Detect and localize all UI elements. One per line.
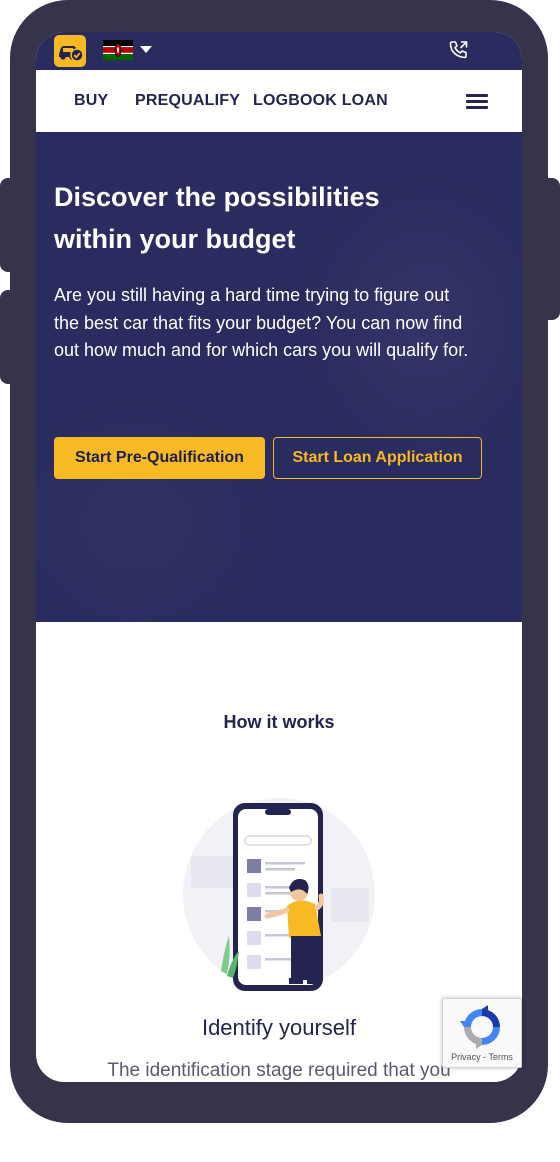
- recaptcha-badge[interactable]: Privacy - Terms: [442, 998, 522, 1068]
- recaptcha-terms-link[interactable]: Terms: [488, 1052, 513, 1062]
- hero-description-line: the best car that fits your budget? You …: [54, 312, 463, 333]
- main-nav: BUY PREQUALIFY LOGBOOK LOAN: [36, 70, 522, 132]
- recaptcha-links: Privacy - Terms: [443, 1052, 521, 1062]
- hero-title-line: within your budget: [54, 224, 296, 254]
- hero-background-shade: [36, 392, 276, 622]
- nav-item-prequalify[interactable]: PREQUALIFY: [135, 92, 240, 110]
- recaptcha-logo-icon: [460, 1005, 500, 1049]
- hamburger-menu-icon[interactable]: [466, 94, 488, 110]
- hero-description: Are you still having a hard time trying …: [54, 282, 504, 365]
- recaptcha-separator: -: [483, 1052, 487, 1062]
- phone-call-icon[interactable]: [447, 38, 471, 62]
- hero-title: Discover the possibilities within your b…: [54, 176, 494, 260]
- start-loan-application-button[interactable]: Start Loan Application: [273, 437, 482, 479]
- hero-description-line: Are you still having a hard time trying …: [54, 285, 450, 305]
- hero-title-line: Discover the possibilities: [54, 182, 380, 212]
- start-prequalification-button[interactable]: Start Pre-Qualification: [54, 437, 265, 479]
- car-check-icon[interactable]: [54, 35, 86, 67]
- caret-down-icon[interactable]: [140, 46, 152, 53]
- identify-yourself-illustration: [183, 798, 375, 991]
- phone-screen: BUY PREQUALIFY LOGBOOK LOAN Discover the…: [36, 32, 522, 1082]
- top-bar: [36, 32, 522, 70]
- kenya-flag-icon[interactable]: [103, 40, 133, 60]
- how-it-works-title: How it works: [223, 712, 335, 732]
- hero-description-line: out how much and for which cars you will…: [54, 340, 469, 360]
- recaptcha-privacy-link[interactable]: Privacy: [451, 1052, 481, 1062]
- nav-item-buy[interactable]: BUY: [74, 92, 108, 110]
- nav-item-logbook-loan[interactable]: LOGBOOK LOAN: [253, 92, 388, 110]
- hero-section: Discover the possibilities within your b…: [36, 132, 522, 622]
